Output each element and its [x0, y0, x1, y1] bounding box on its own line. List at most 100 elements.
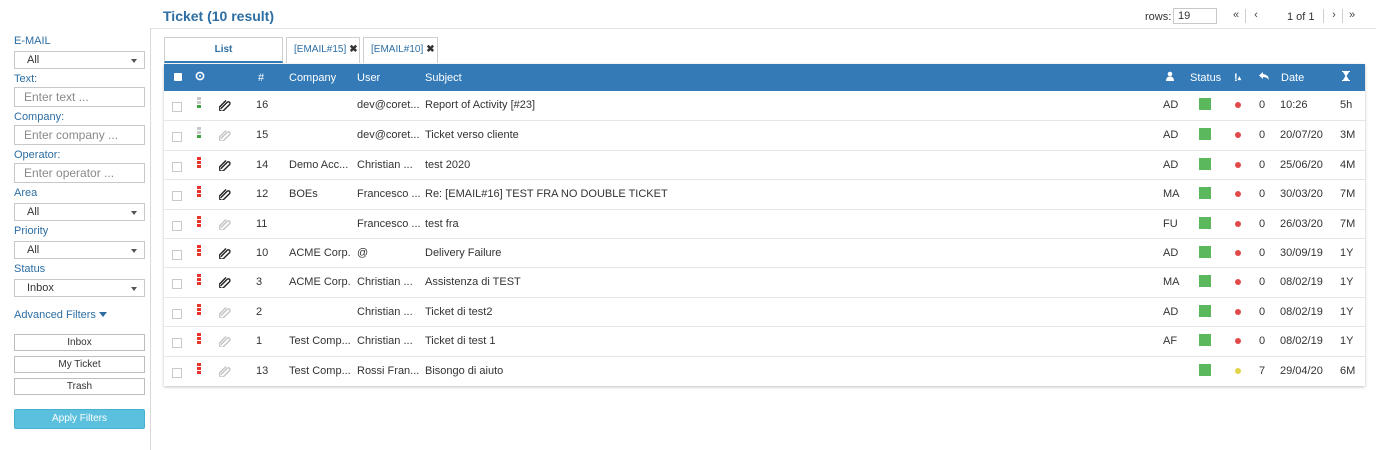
paperclip-icon: [218, 218, 231, 233]
replies-count: 0: [1259, 99, 1266, 111]
status-badge: [1199, 157, 1211, 170]
table-row[interactable]: 12 BOEs Francesco ... Re: [EMAIL#16] TEST F…: [164, 179, 1365, 208]
apply-filters-button[interactable]: Apply Filters: [14, 409, 145, 429]
replies-count: 0: [1259, 188, 1266, 201]
replies-count: 0: [1259, 276, 1266, 289]
caret-down-icon: [131, 249, 137, 253]
column-header-subject[interactable]: Subject: [425, 72, 462, 84]
inbox-button[interactable]: Inbox: [14, 334, 145, 351]
first-page-button[interactable]: «: [1229, 8, 1243, 24]
hourglass-icon[interactable]: [1342, 71, 1350, 84]
paperclip-icon: [218, 129, 231, 144]
status-badge: [1199, 216, 1211, 229]
row-checkbox[interactable]: [172, 279, 182, 290]
table-row[interactable]: 1 Test Comp... Christian ... Ticket di test…: [164, 326, 1365, 355]
company-filter-input[interactable]: [14, 125, 145, 145]
row-checkbox[interactable]: [172, 308, 182, 319]
ticket-number: 14: [256, 158, 269, 171]
company-cell: ACME Corp.: [289, 247, 351, 259]
status-badge: [1199, 128, 1211, 141]
row-checkbox[interactable]: [172, 102, 182, 112]
row-checkbox[interactable]: [172, 161, 182, 172]
paperclip-icon: [218, 335, 231, 350]
replies-count: 0: [1259, 335, 1266, 348]
user-cell: dev@coret...: [357, 99, 420, 111]
person-icon[interactable]: [1166, 71, 1174, 84]
trash-button[interactable]: Trash: [14, 378, 145, 395]
priority-filter-value: All: [27, 244, 40, 256]
table-row[interactable]: 3 ACME Corp. Christian ... Assistenza di TE…: [164, 267, 1365, 296]
table-row[interactable]: 14 Demo Acc... Christian ... test 2020 AD 0 25…: [164, 149, 1365, 179]
status-filter-value: Inbox: [27, 282, 54, 294]
ticket-table: # Company User Subject Status !▴ Date 16…: [164, 64, 1365, 386]
assignee-cell: AD: [1163, 99, 1179, 111]
my-ticket-button[interactable]: My Ticket: [14, 356, 145, 373]
table-row[interactable]: 13 Test Comp... Rossi Fran... Bisongo di ai…: [164, 355, 1365, 385]
assignee-cell: MA: [1163, 188, 1180, 201]
column-header-number[interactable]: #: [258, 72, 264, 84]
priority-dot: [1235, 308, 1241, 315]
assignee-cell: AD: [1163, 129, 1179, 142]
row-checkbox[interactable]: [172, 250, 182, 260]
row-checkbox[interactable]: [172, 191, 182, 202]
column-header-priority[interactable]: !▴: [1234, 72, 1241, 84]
table-row[interactable]: 15 dev@coret... Ticket verso cliente AD 0 20/…: [164, 120, 1365, 149]
reply-icon[interactable]: [1259, 71, 1270, 84]
date-cell: 10:26: [1280, 99, 1308, 111]
column-header-company[interactable]: Company: [289, 72, 336, 84]
priority-indicator: [197, 274, 201, 287]
tab-list[interactable]: List: [164, 37, 283, 63]
status-filter-select[interactable]: Inbox: [14, 279, 145, 297]
text-filter-input[interactable]: [14, 87, 145, 107]
ticket-number: 1: [256, 335, 263, 348]
company-cell: BOEs: [289, 188, 318, 201]
user-cell: Christian ...: [357, 305, 413, 318]
date-cell: 30/03/20: [1280, 188, 1323, 201]
date-cell: 08/02/19: [1280, 305, 1323, 318]
tab-email-10[interactable]: [EMAIL#10] ✖: [363, 37, 438, 63]
table-row[interactable]: 11 Francesco ... test fra FU 0 26/03/20 7M: [164, 208, 1365, 238]
email-filter-select[interactable]: All: [14, 51, 145, 69]
close-icon[interactable]: ✖: [426, 44, 434, 55]
next-page-button[interactable]: ›: [1327, 8, 1341, 24]
ticket-number: 15: [256, 129, 269, 142]
column-header-status[interactable]: Status: [1190, 72, 1221, 84]
advanced-filters-label: Advanced Filters: [14, 309, 96, 321]
rows-per-page-input[interactable]: [1173, 8, 1217, 24]
table-row[interactable]: 10 ACME Corp. @ Delivery Failure AD 0 30/09/19…: [164, 238, 1365, 267]
assignee-cell: FU: [1163, 217, 1178, 230]
gear-icon[interactable]: [195, 71, 205, 84]
pager-separator: [1323, 9, 1324, 23]
user-cell: Francesco ...: [357, 188, 421, 201]
priority-dot: [1235, 220, 1241, 227]
table-row[interactable]: 2 Christian ... Ticket di test2 AD 0 08/02/19…: [164, 296, 1365, 326]
date-cell: 26/03/20: [1280, 217, 1323, 230]
triangle-down-icon: [98, 312, 107, 317]
subject-cell: Re: [EMAIL#16] TEST FRA NO DOUBLE TICKET: [425, 188, 668, 201]
table-row[interactable]: 16 dev@coret... Report of Activity [#23] AD…: [164, 91, 1365, 120]
tab-email-15[interactable]: [EMAIL#15] ✖: [286, 37, 360, 63]
column-header-date[interactable]: Date: [1281, 72, 1304, 84]
user-cell: Francesco ...: [357, 217, 421, 230]
operator-filter-input[interactable]: [14, 163, 145, 183]
row-checkbox[interactable]: [172, 367, 182, 378]
close-icon[interactable]: ✖: [349, 44, 357, 55]
row-checkbox[interactable]: [172, 220, 182, 231]
assignee-cell: AD: [1163, 305, 1179, 318]
priority-dot: [1235, 367, 1241, 374]
ticket-number: 12: [256, 188, 269, 201]
advanced-filters-toggle[interactable]: Advanced Filters: [14, 309, 107, 321]
select-all-checkbox[interactable]: [174, 73, 182, 81]
tab-list-label: List: [214, 44, 233, 55]
column-header-user[interactable]: User: [357, 72, 380, 84]
subject-cell: Report of Activity [#23]: [425, 99, 536, 111]
row-checkbox[interactable]: [172, 338, 182, 349]
priority-filter-select[interactable]: All: [14, 241, 145, 259]
header-divider: [151, 28, 1376, 29]
row-checkbox[interactable]: [172, 132, 182, 143]
prev-page-button[interactable]: ‹: [1249, 8, 1263, 24]
area-filter-select[interactable]: All: [14, 203, 145, 221]
last-page-button[interactable]: »: [1345, 8, 1359, 24]
area-filter-value: All: [27, 206, 40, 218]
status-badge: [1199, 275, 1211, 288]
